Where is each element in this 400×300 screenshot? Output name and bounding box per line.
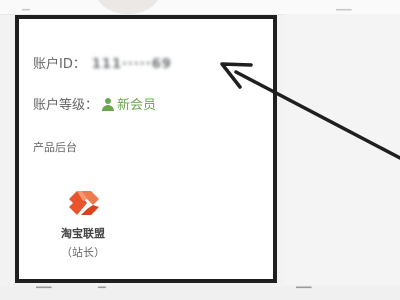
annotation-arrow [220, 62, 400, 160]
